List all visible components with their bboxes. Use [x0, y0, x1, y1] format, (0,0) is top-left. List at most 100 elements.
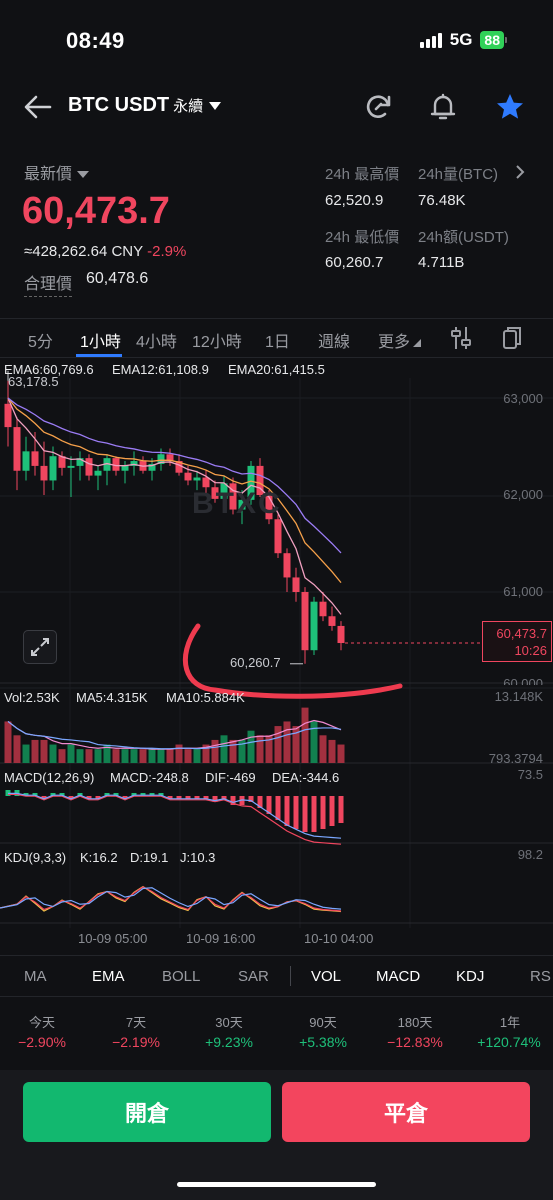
volume-bar	[148, 749, 156, 763]
x-tick-3: 10-10 04:00	[304, 931, 374, 946]
volume-bar	[184, 749, 192, 763]
tab-1h[interactable]: 1小時	[80, 328, 121, 352]
low-price-label: 60,260.7	[230, 655, 281, 670]
cny-price: ≈428,262.64 CNY	[24, 243, 144, 260]
perf-value-7d: −2.19%	[112, 1034, 160, 1050]
back-arrow-icon[interactable]	[22, 92, 54, 122]
dif-line	[8, 793, 342, 845]
volume-bar	[220, 735, 228, 763]
tab-4h[interactable]: 4小時	[136, 328, 177, 352]
ind-ema[interactable]: EMA	[92, 968, 125, 985]
candle-body	[301, 592, 309, 651]
volume-bar	[130, 749, 138, 763]
last-price-selector[interactable]: 最新價	[24, 160, 90, 184]
stat-label-turnover: 24h額(USDT)	[418, 229, 509, 246]
fullscreen-button[interactable]	[23, 630, 57, 664]
tab-5m[interactable]: 5分	[28, 328, 53, 352]
vol-ma5-legend: MA5:4.315K	[76, 690, 148, 705]
ind-rs[interactable]: RS	[530, 968, 551, 985]
d-value: D:19.1	[130, 850, 169, 865]
perf-value-90d: +5.38%	[299, 1034, 347, 1050]
macd-bar	[338, 796, 344, 823]
stat-label-vol: 24h量(BTC)	[418, 166, 499, 183]
volume-bar	[40, 739, 48, 763]
ind-macd[interactable]: MACD	[376, 968, 420, 985]
perf-value-180d: −12.83%	[387, 1034, 443, 1050]
candle-body	[193, 477, 201, 481]
close-position-button[interactable]: 平倉	[282, 1082, 530, 1142]
macd-bar	[302, 796, 308, 832]
tab-12h[interactable]: 12小時	[192, 328, 242, 352]
fair-price-label[interactable]: 合理價	[24, 270, 73, 297]
y-tick-63000: 63,000	[503, 391, 543, 406]
volume-bar	[175, 744, 183, 763]
refresh-icon[interactable]	[364, 92, 394, 122]
page-header: BTC USDT 永續	[0, 82, 553, 134]
ema12-legend: EMA12:61,108.9	[112, 362, 209, 377]
perf-label-180d: 180天	[397, 1015, 433, 1030]
candle-body	[13, 427, 21, 471]
last-price: 60,473.7	[22, 190, 170, 232]
ind-ma[interactable]: MA	[24, 968, 47, 985]
tab-1d[interactable]: 1日	[265, 328, 290, 352]
chevron-right-icon[interactable]	[515, 165, 525, 179]
x-tick-2: 10-09 16:00	[186, 931, 256, 946]
volume-bar	[319, 735, 327, 763]
chevron-down-icon	[209, 101, 222, 110]
bell-icon[interactable]	[428, 92, 458, 122]
candle-body	[184, 472, 192, 481]
y-tick-62000: 62,000	[503, 487, 543, 502]
volume-bar	[229, 739, 237, 763]
kdj-legend: KDJ(9,3,3)	[4, 850, 67, 865]
vol-ma5-line	[7, 719, 342, 750]
tab-weekly[interactable]: 週線	[318, 328, 350, 352]
candle-body	[202, 477, 210, 488]
tab-more-label: 更多	[378, 334, 411, 351]
volume-bar	[31, 739, 39, 763]
ema-line-6	[7, 397, 342, 615]
volume-bar	[49, 744, 57, 763]
tab-more[interactable]: 更多	[378, 328, 422, 352]
candle-body	[31, 451, 39, 466]
ind-boll[interactable]: BOLL	[162, 968, 200, 985]
fair-price: 60,478.6	[86, 270, 149, 287]
volume-bar	[274, 726, 282, 763]
ind-vol[interactable]: VOL	[311, 968, 341, 985]
perf-label-today: 今天	[28, 1015, 55, 1030]
macd-tick: 73.5	[517, 767, 543, 782]
copy-icon[interactable]	[502, 325, 522, 351]
candle-body	[94, 470, 102, 476]
candle-body	[40, 465, 48, 481]
volume-bar	[301, 707, 309, 763]
macd-bar	[284, 796, 290, 826]
indicator-settings-icon[interactable]	[450, 325, 472, 351]
volume-bar	[256, 735, 264, 763]
star-icon[interactable]	[495, 92, 525, 122]
ind-kdj[interactable]: KDJ	[456, 968, 484, 985]
ema-line-12	[7, 397, 342, 584]
volume-bar	[283, 721, 291, 763]
open-position-button[interactable]: 開倉	[23, 1082, 271, 1142]
candle-body	[328, 616, 336, 626]
candle-body	[337, 625, 345, 644]
volume-bar	[247, 730, 255, 763]
macd-bar	[293, 796, 299, 829]
status-time: 08:49	[66, 28, 125, 53]
pair-name: BTC USDT	[68, 94, 170, 116]
candle-body	[22, 451, 30, 471]
watermark: BTXC	[192, 487, 282, 520]
macd-value: MACD:-248.8	[110, 770, 189, 785]
expand-icon	[31, 638, 49, 656]
ind-sar[interactable]: SAR	[238, 968, 269, 985]
pair-selector[interactable]: BTC USDT 永續	[68, 94, 222, 117]
candle-body	[49, 456, 57, 481]
volume-bar	[85, 749, 93, 763]
candle-body	[67, 465, 75, 468]
macd-legend: MACD(12,26,9)	[4, 770, 95, 785]
cny-price-row: ≈428,262.64 CNY -2.9%	[24, 243, 186, 260]
chevron-down-icon	[77, 171, 90, 179]
vol-ma10-legend: MA10:5.884K	[166, 690, 245, 705]
candle-body	[85, 458, 93, 476]
perf-label-1y: 1年	[499, 1015, 521, 1030]
volume-bar	[94, 749, 102, 763]
